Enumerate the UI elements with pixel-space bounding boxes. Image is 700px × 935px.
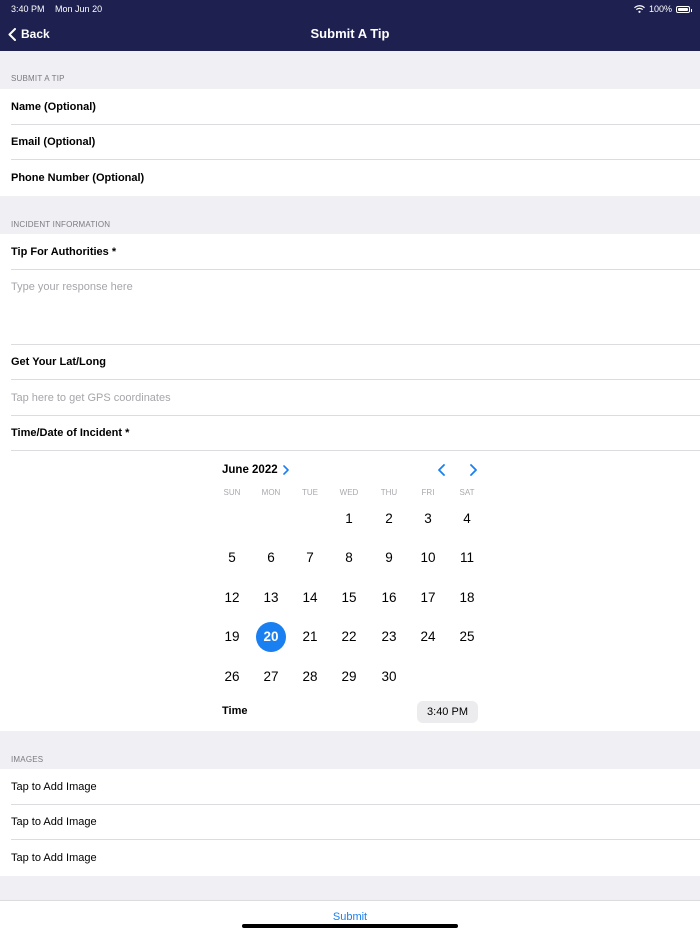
calendar-day-3[interactable]: 3	[413, 504, 443, 534]
gps-button[interactable]: Tap here to get GPS coordinates	[0, 380, 700, 416]
section-header-incident: INCIDENT INFORMATION	[11, 220, 111, 229]
calendar-day-13[interactable]: 13	[256, 583, 286, 613]
wifi-icon	[634, 5, 645, 13]
section-header-submit-a-tip: SUBMIT A TIP	[11, 74, 65, 83]
calendar-day-11[interactable]: 11	[452, 543, 482, 573]
submit-bar: Submit	[0, 900, 700, 935]
weekday-mon: MON	[261, 488, 281, 497]
calendar-day-24[interactable]: 24	[413, 622, 443, 652]
add-image-button-1[interactable]: Tap to Add Image	[0, 769, 700, 805]
time-label: Time	[222, 705, 248, 717]
calendar-day-20[interactable]: 20	[256, 622, 286, 652]
calendar-day-23[interactable]: 23	[374, 622, 404, 652]
images-group: Tap to Add Image Tap to Add Image Tap to…	[0, 769, 700, 876]
weekday-tue: TUE	[302, 488, 318, 497]
calendar-day-19[interactable]: 19	[217, 622, 247, 652]
calendar-day-29[interactable]: 29	[334, 662, 364, 692]
weekday-sun: SUN	[223, 488, 241, 497]
calendar-day-22[interactable]: 22	[334, 622, 364, 652]
phone-field[interactable]: Phone Number (Optional)	[0, 160, 700, 196]
status-time: 3:40 PM	[11, 4, 45, 14]
latlong-label: Get Your Lat/Long	[0, 345, 700, 381]
calendar-day-7[interactable]: 7	[295, 543, 325, 573]
weekday-fri: FRI	[421, 488, 435, 497]
calendar-day-17[interactable]: 17	[413, 583, 443, 613]
battery-icon	[676, 5, 692, 13]
calendar-day-5[interactable]: 5	[217, 543, 247, 573]
calendar-day-2[interactable]: 2	[374, 504, 404, 534]
calendar-day-6[interactable]: 6	[256, 543, 286, 573]
previous-month-button[interactable]	[436, 464, 448, 476]
page-title: Submit A Tip	[310, 26, 390, 41]
calendar-day-10[interactable]: 10	[413, 543, 443, 573]
calendar-day-30[interactable]: 30	[374, 662, 404, 692]
incident-group: Tip For Authorities * Type your response…	[0, 234, 700, 731]
section-header-images: IMAGES	[11, 755, 44, 764]
calendar-day-9[interactable]: 9	[374, 543, 404, 573]
weekday-thu: THU	[380, 488, 398, 497]
calendar-day-28[interactable]: 28	[295, 662, 325, 692]
add-image-button-3[interactable]: Tap to Add Image	[0, 840, 700, 876]
calendar-day-18[interactable]: 18	[452, 583, 482, 613]
status-bar-right: 100%	[634, 4, 692, 14]
calendar-day-14[interactable]: 14	[295, 583, 325, 613]
calendar-day-12[interactable]: 12	[217, 583, 247, 613]
weekday-sat: SAT	[459, 488, 475, 497]
month-year-selector[interactable]: June 2022	[222, 464, 289, 476]
time-picker-button[interactable]: 3:40 PM	[417, 701, 478, 723]
battery-percentage: 100%	[648, 4, 672, 14]
calendar-day-16[interactable]: 16	[374, 583, 404, 613]
add-image-button-2[interactable]: Tap to Add Image	[0, 805, 700, 841]
calendar-day-26[interactable]: 26	[217, 662, 247, 692]
home-indicator	[242, 924, 458, 928]
calendar-day-8[interactable]: 8	[334, 543, 364, 573]
calendar-day-4[interactable]: 4	[452, 504, 482, 534]
tip-label: Tip For Authorities *	[0, 234, 700, 270]
tip-textarea[interactable]: Type your response here	[0, 270, 700, 345]
submit-button[interactable]: Submit	[0, 911, 700, 923]
name-field[interactable]: Name (Optional)	[0, 89, 700, 125]
calendar-day-15[interactable]: 15	[334, 583, 364, 613]
weekday-wed: WED	[339, 488, 359, 497]
month-label: June 2022	[222, 464, 278, 476]
email-field[interactable]: Email (Optional)	[0, 125, 700, 161]
navigation-bar: 3:40 PM Mon Jun 20 100% Back Submit A Ti…	[0, 0, 700, 51]
incident-datetime-label: Time/Date of Incident *	[0, 416, 700, 452]
status-bar-left: 3:40 PM Mon Jun 20	[11, 4, 110, 14]
calendar-day-25[interactable]: 25	[452, 622, 482, 652]
chevron-right-small-icon	[282, 465, 289, 475]
calendar-day-1[interactable]: 1	[334, 504, 364, 534]
next-month-button[interactable]	[467, 464, 479, 476]
contact-fields-group: Name (Optional) Email (Optional) Phone N…	[0, 89, 700, 196]
status-date: Mon Jun 20	[55, 4, 103, 14]
calendar-day-21[interactable]: 21	[295, 622, 325, 652]
calendar-day-27[interactable]: 27	[256, 662, 286, 692]
